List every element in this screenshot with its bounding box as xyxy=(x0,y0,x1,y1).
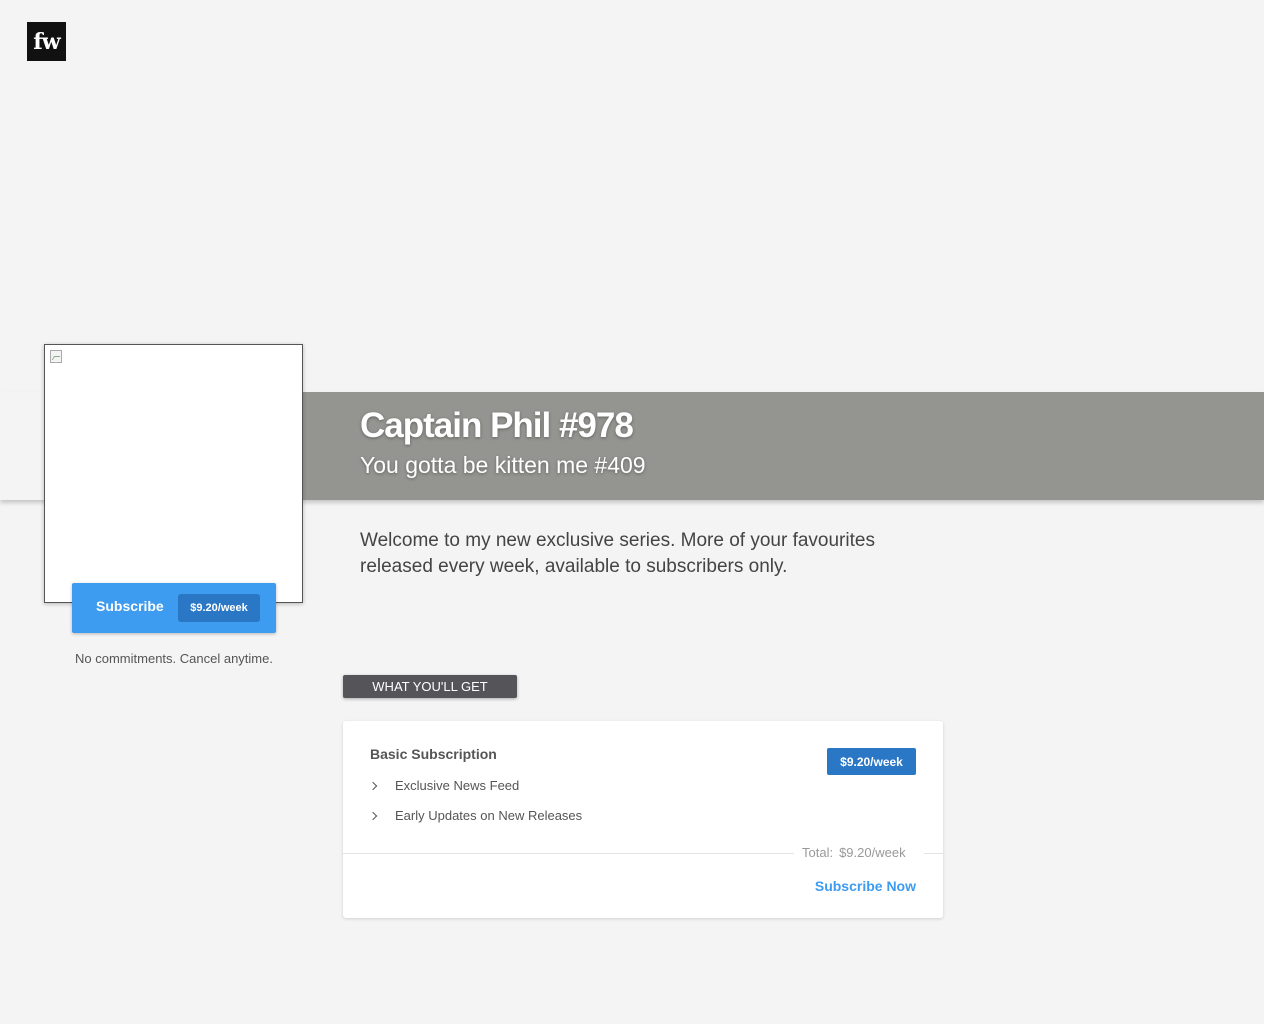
page-subtitle: You gotta be kitten me #409 xyxy=(360,452,646,478)
chevron-right-icon xyxy=(368,781,378,791)
plan-card: Basic Subscription $9.20/week Exclusive … xyxy=(343,721,943,918)
subscribe-button-price: $9.20/week xyxy=(178,594,260,622)
divider xyxy=(343,853,794,854)
subscribe-now-link[interactable]: Subscribe Now xyxy=(815,878,916,894)
total-value: $9.20/week xyxy=(839,845,906,860)
total-label: Total: xyxy=(802,845,834,860)
subscribe-button[interactable]: Subscribe $9.20/week xyxy=(72,583,276,633)
fw-logo[interactable]: fw xyxy=(27,22,66,61)
plan-name: Basic Subscription xyxy=(370,746,497,762)
what-youll-get-label: WHAT YOU'LL GET xyxy=(343,675,517,698)
chevron-right-icon xyxy=(368,811,378,821)
divider xyxy=(924,853,943,854)
no-commitment-note: No commitments. Cancel anytime. xyxy=(75,651,273,666)
subscribe-button-label: Subscribe xyxy=(96,598,164,614)
series-description: Welcome to my new exclusive series. More… xyxy=(360,530,875,577)
page-title: Captain Phil #978 xyxy=(360,406,634,445)
feature-label: Exclusive News Feed xyxy=(395,778,520,793)
total-price: Total: $9.20/week xyxy=(802,845,906,860)
feature-label: Early Updates on New Releases xyxy=(395,808,583,823)
broken-image-icon xyxy=(50,350,62,363)
cover-image xyxy=(44,344,303,603)
plan-price-badge: $9.20/week xyxy=(827,748,916,775)
